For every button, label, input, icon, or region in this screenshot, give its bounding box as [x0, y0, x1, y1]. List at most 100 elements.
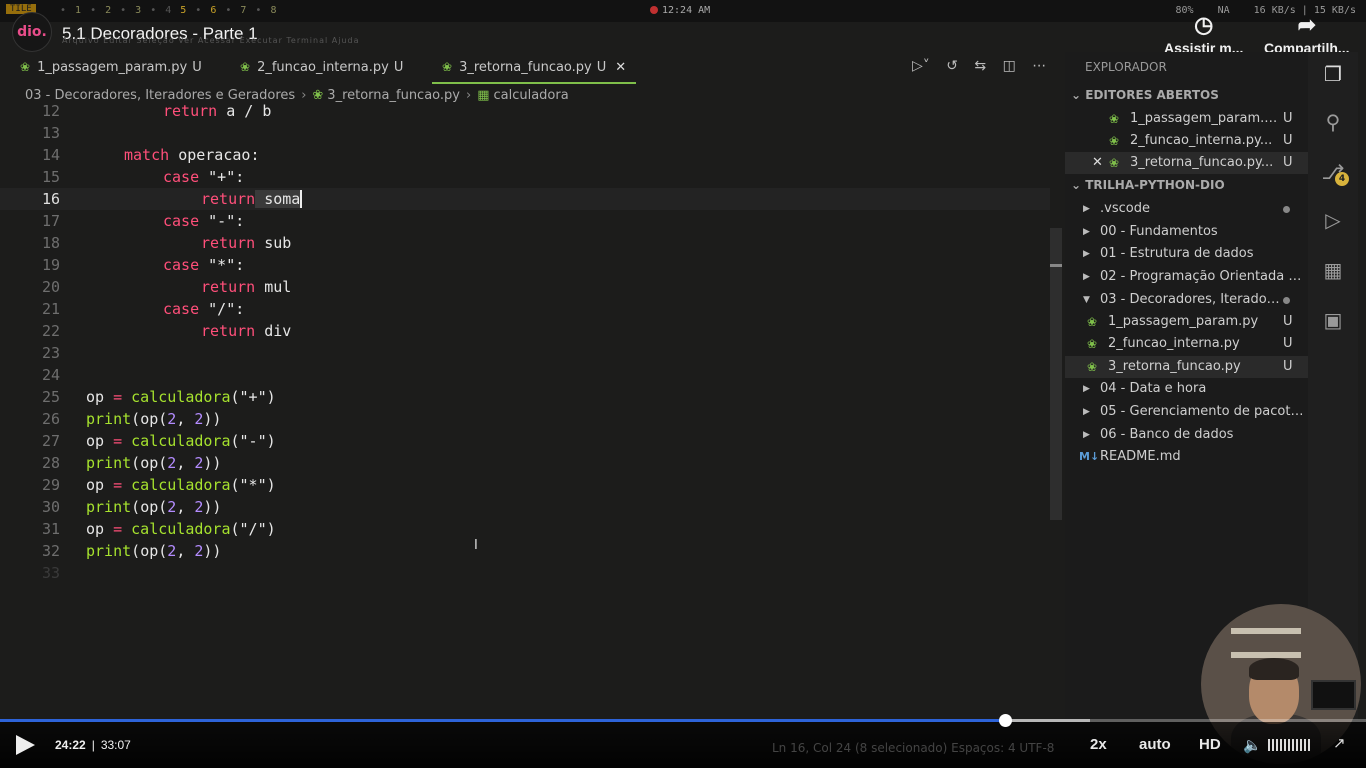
workspace-indicator[interactable]: 7	[240, 5, 246, 16]
docker-whale-icon[interactable]: ▣	[1321, 308, 1345, 332]
tree-folder[interactable]: ▶ .vscode	[1065, 198, 1308, 220]
menu-bar: Arquivo Editar Seleção Ver Acessar Execu…	[62, 36, 360, 45]
tab-2-funcao-interna[interactable]: ❀ 2_funcao_interna.py U	[240, 52, 403, 84]
line-number: 20	[41, 278, 60, 296]
tree-folder[interactable]: ▶ 06 - Banco de dados	[1065, 424, 1308, 446]
tab-1-passagem-param[interactable]: ❀ 1_passagem_param.py U	[20, 52, 202, 84]
more-actions-icon[interactable]: ⋯	[1032, 58, 1046, 74]
workspace-indicator: •	[120, 5, 127, 16]
code-line-current: 16 return soma	[0, 188, 1050, 210]
editor-tabs: ❀ 1_passagem_param.py U ❀ 2_funcao_interna.…	[0, 52, 1065, 84]
tree-folder[interactable]: ▶ 02 - Programação Orientada a ...	[1065, 266, 1308, 288]
progress-played	[0, 719, 1005, 722]
workspace-indicator[interactable]: 3	[135, 5, 141, 16]
chevron-down-icon: ⌄	[1071, 88, 1082, 102]
quality-button[interactable]: auto	[1139, 736, 1171, 753]
compare-icon[interactable]: ⇆	[974, 58, 986, 74]
workspace-indicator: •	[225, 5, 232, 16]
volume-icon[interactable]: 🔈	[1243, 736, 1262, 754]
code-text: return sub	[201, 234, 292, 252]
hd-button[interactable]: HD	[1199, 736, 1221, 753]
workspace-indicator[interactable]: 5	[180, 5, 186, 16]
tree-folder-open[interactable]: ▼ 03 - Decoradores, Iterador...	[1065, 289, 1308, 311]
chevron-right-icon: ▶	[1083, 272, 1090, 282]
workspace-indicator[interactable]: 1	[75, 5, 81, 16]
scrubber-handle[interactable]	[998, 714, 1012, 727]
close-editor-icon[interactable]: ✕	[1092, 152, 1103, 174]
open-editors-header[interactable]: ⌄ EDITORES ABERTOS	[1071, 88, 1219, 102]
tree-file[interactable]: M↓ README.md	[1065, 446, 1308, 468]
editor-scrollbar[interactable]	[1050, 228, 1062, 520]
code-text: case "*":	[163, 256, 245, 274]
chevron-right-icon: ▶	[1083, 384, 1090, 394]
workspace-indicator: •	[150, 5, 157, 16]
line-number: 15	[41, 168, 60, 186]
code-editor[interactable]: 12 return a / b 13 14 match operacao: 15 ca…	[0, 102, 1050, 590]
extensions-icon[interactable]: ▦	[1321, 258, 1345, 282]
open-editor-item[interactable]: ✕ ❀ 3_retorna_funcao.py... U	[1065, 152, 1308, 174]
scm-badge: 4	[1335, 172, 1349, 186]
code-line: 22 return div	[0, 320, 1050, 342]
open-editors-title: EDITORES ABERTOS	[1085, 88, 1219, 102]
chevron-right-icon: ▶	[1083, 227, 1090, 237]
run-debug-icon[interactable]: ▷	[1321, 208, 1345, 232]
open-editor-item[interactable]: ❀ 2_funcao_interna.py... U	[1065, 130, 1308, 152]
code-text: case "-":	[163, 212, 245, 230]
project-header[interactable]: ⌄ TRILHA-PYTHON-DIO	[1071, 178, 1225, 192]
fullscreen-icon[interactable]: ↗	[1333, 734, 1346, 752]
workspace-indicator[interactable]: 8	[270, 5, 276, 16]
tree-folder[interactable]: ▶ 04 - Data e hora	[1065, 378, 1308, 400]
tree-file-selected[interactable]: ❀ 3_retorna_funcao.py U	[1065, 356, 1308, 378]
explorer-files-icon[interactable]: ❐	[1321, 62, 1345, 86]
watch-later-button[interactable]: ◷ Assistir m...	[1164, 12, 1243, 56]
close-tab-icon[interactable]: ✕	[615, 60, 626, 75]
share-button[interactable]: ➦ Compartilh...	[1264, 12, 1350, 56]
python-file-icon: ❀	[20, 60, 31, 74]
system-status-bar: TILE • 1 • 2 • 3 • 4 5 • 6 • 7 • 8 12:24 AM 80% NA 16 …	[0, 0, 1366, 22]
split-editor-icon[interactable]: ◫	[1003, 58, 1016, 74]
timeline-icon[interactable]: ↺	[946, 58, 958, 74]
duration: 33:07	[100, 738, 131, 752]
search-icon[interactable]: ⚲	[1321, 110, 1345, 134]
channel-logo[interactable]: dio.	[12, 12, 52, 52]
speed-button[interactable]: 2x	[1090, 736, 1107, 753]
workspace-indicator: •	[60, 5, 67, 16]
tree-label: 02 - Programação Orientada a ...	[1100, 269, 1305, 284]
volume-slider[interactable]	[1268, 739, 1310, 751]
tree-label: README.md	[1100, 449, 1181, 464]
play-icon[interactable]	[16, 735, 35, 755]
chevron-right-icon: ▶	[1083, 249, 1090, 259]
open-editor-label: 2_funcao_interna.py...	[1130, 133, 1273, 148]
chevron-right-icon: ▶	[1083, 407, 1090, 417]
tree-file[interactable]: ❀ 1_passagem_param.py U	[1065, 311, 1308, 333]
chevron-down-icon: ▼	[1083, 295, 1090, 305]
tree-folder[interactable]: ▶ 01 - Estrutura de dados	[1065, 243, 1308, 265]
tree-file[interactable]: ❀ 2_funcao_interna.py U	[1065, 333, 1308, 355]
code-line: 29 op = calculadora("*")	[0, 474, 1050, 496]
share-arrow-icon: ➦	[1297, 12, 1316, 37]
line-number: 14	[41, 146, 60, 164]
code-text: return soma	[201, 190, 303, 208]
tab-3-retorna-funcao[interactable]: ❀ 3_retorna_funcao.py U ✕	[432, 52, 637, 84]
workspace-indicator[interactable]: 2	[105, 5, 111, 16]
chevron-right-icon: ▶	[1083, 430, 1090, 440]
tree-folder[interactable]: ▶ 05 - Gerenciamento de pacotes ...	[1065, 401, 1308, 423]
python-file-icon: ❀	[442, 60, 453, 74]
line-number: 13	[41, 124, 60, 142]
workspace-list: • 1 • 2 • 3 • 4 5 • 6 • 7 • 8	[60, 5, 285, 16]
tree-label: 00 - Fundamentos	[1100, 224, 1218, 239]
explorer-title: EXPLORADOR	[1085, 60, 1167, 74]
open-editor-item[interactable]: ❀ 1_passagem_param.p... U	[1065, 108, 1308, 130]
code-line: 28 print(op(2, 2))	[0, 452, 1050, 474]
workspace-indicator[interactable]: 6	[210, 5, 216, 16]
code-line: 26 print(op(2, 2))	[0, 408, 1050, 430]
workspace-indicator[interactable]: 4	[165, 5, 171, 16]
python-file-icon: ❀	[1109, 156, 1120, 170]
code-text: print(op(2, 2))	[86, 410, 222, 428]
workspace-indicator: •	[255, 5, 262, 16]
tree-label: .vscode	[1100, 201, 1150, 216]
run-icon[interactable]: ▷˅	[912, 58, 930, 74]
code-line: 19 case "*":	[0, 254, 1050, 276]
code-line: 31 op = calculadora("/")	[0, 518, 1050, 540]
tree-folder[interactable]: ▶ 00 - Fundamentos	[1065, 221, 1308, 243]
